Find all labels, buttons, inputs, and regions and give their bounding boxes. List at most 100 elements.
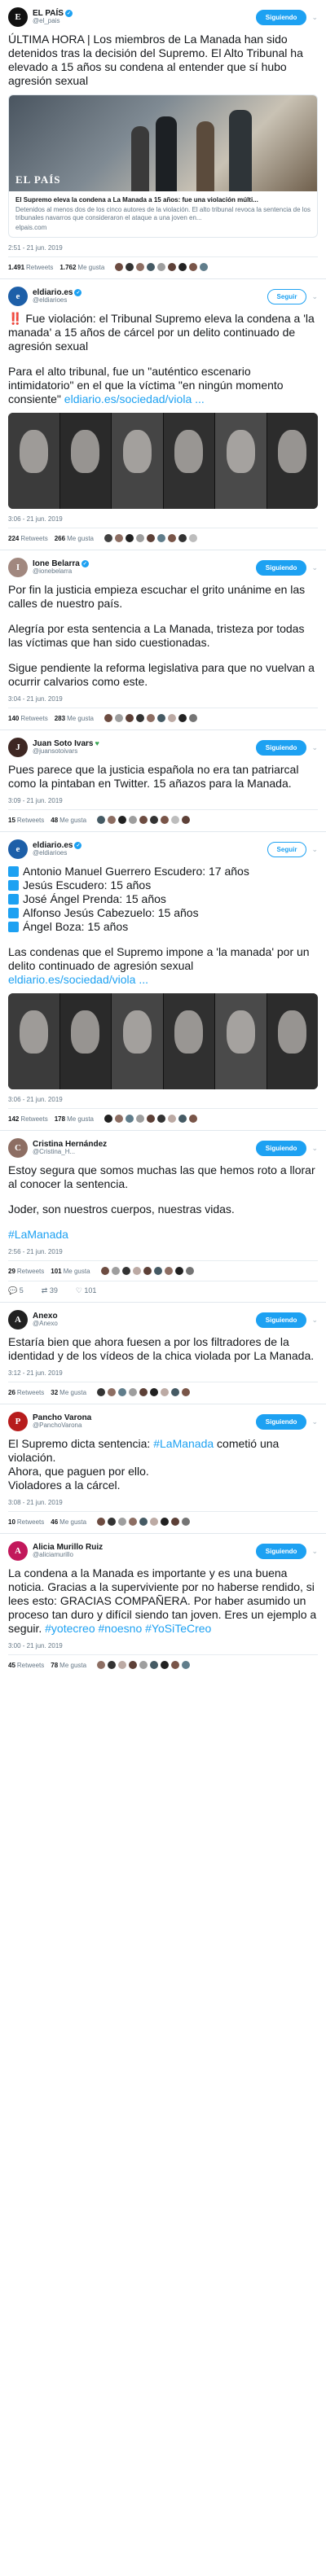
tweet-paragraph: Para el alto tribunal, fue un "auténtico… — [8, 365, 284, 405]
like-count[interactable]: 266 — [55, 535, 65, 542]
tweet-eldiario-1: e eldiario.es ✓ @eldiarioes Seguir ⌄ ‼️ F… — [0, 279, 326, 550]
chevron-down-icon[interactable]: ⌄ — [311, 13, 318, 22]
chevron-down-icon[interactable]: ⌄ — [311, 845, 318, 854]
sentence-line: Jesús Escudero: 15 años — [8, 878, 318, 892]
retweet-count[interactable]: 45 — [8, 1662, 15, 1669]
handle[interactable]: @Anexo — [33, 1320, 256, 1327]
tweet-cristina-hernandez: C Cristina Hernández @Cristina_H... Sigu… — [0, 1131, 326, 1303]
avatar[interactable]: J — [8, 738, 28, 757]
engagement-stats: 1.491 Retweets 1.762 Me gusta — [8, 256, 318, 272]
tweet-header: I Ione Belarra ✓ @ionebelarra Siguiendo ⌄ — [8, 557, 318, 578]
link-card[interactable]: EL PAÍS El Supremo eleva la condena a La… — [8, 94, 318, 238]
chevron-down-icon[interactable]: ⌄ — [311, 1417, 318, 1426]
avatar[interactable]: E — [8, 7, 28, 27]
handle[interactable]: @Cristina_H... — [33, 1148, 256, 1155]
tweet-text: Antonio Manuel Guerrero Escudero: 17 año… — [8, 865, 318, 987]
like-count[interactable]: 1.762 — [59, 264, 76, 271]
timestamp[interactable]: 3:00 - 21 jun. 2019 — [8, 1642, 318, 1649]
timestamp[interactable]: 3:06 - 21 jun. 2019 — [8, 515, 318, 523]
following-button[interactable]: Siguiendo — [255, 559, 307, 576]
avatar[interactable]: A — [8, 1541, 28, 1561]
tweet-paragraph: Sigue pendiente la reforma legislativa p… — [8, 661, 315, 688]
engagement-stats: 45 Retweets 78 Me gusta — [8, 1654, 318, 1670]
author: eldiario.es ✓ @eldiarioes — [33, 841, 267, 857]
chevron-down-icon[interactable]: ⌄ — [311, 1547, 318, 1556]
like-count[interactable]: 283 — [55, 715, 65, 722]
timestamp[interactable]: 3:04 - 21 jun. 2019 — [8, 695, 318, 703]
retweet-count[interactable]: 140 — [8, 715, 19, 722]
avatar[interactable]: e — [8, 287, 28, 306]
display-name[interactable]: Anexo — [33, 1312, 256, 1321]
timestamp[interactable]: 3:12 - 21 jun. 2019 — [8, 1369, 318, 1377]
like-count[interactable]: 78 — [51, 1662, 58, 1669]
reply-button[interactable]: 💬 5 — [8, 1286, 24, 1295]
avatar[interactable]: e — [8, 839, 28, 859]
follow-button[interactable]: Seguir — [267, 288, 307, 304]
retweet-count[interactable]: 10 — [8, 1518, 15, 1526]
timestamp[interactable]: 3:09 - 21 jun. 2019 — [8, 797, 318, 804]
like-count[interactable]: 46 — [51, 1518, 58, 1526]
timestamp[interactable]: 2:56 - 21 jun. 2019 — [8, 1248, 318, 1255]
tweet-link[interactable]: eldiario.es/sociedad/viola ... — [8, 973, 148, 986]
handle[interactable]: @juansotoivars — [33, 747, 256, 755]
tweet-header: J Juan Soto Ivars ♥ @juansotoivars Siguie… — [8, 737, 318, 758]
following-button[interactable]: Siguiendo — [255, 1140, 307, 1156]
hashtag-link[interactable]: #LaManada — [8, 1228, 318, 1242]
avatar[interactable]: I — [8, 558, 28, 577]
avatar[interactable]: P — [8, 1412, 28, 1431]
retweet-count[interactable]: 26 — [8, 1389, 15, 1396]
engagement-stats: 224 Retweets 266 Me gusta — [8, 528, 318, 543]
verified-icon: ✓ — [74, 842, 82, 850]
follow-button[interactable]: Seguir — [267, 841, 307, 857]
display-name[interactable]: eldiario.es ✓ — [33, 841, 267, 851]
retweet-count[interactable]: 142 — [8, 1115, 19, 1123]
handle[interactable]: @el_pais — [33, 17, 256, 24]
handle[interactable]: @ionebelarra — [33, 567, 256, 575]
chevron-down-icon[interactable]: ⌄ — [311, 1144, 318, 1153]
retweet-count[interactable]: 15 — [8, 817, 15, 824]
retweet-button[interactable]: ⇄ 39 — [42, 1286, 58, 1295]
handle[interactable]: @eldiarioes — [33, 296, 267, 304]
retweet-count[interactable]: 1.491 — [8, 264, 24, 271]
following-button[interactable]: Siguiendo — [255, 9, 307, 25]
like-button[interactable]: ♡ 101 — [76, 1286, 97, 1295]
display-name[interactable]: eldiario.es ✓ — [33, 288, 267, 298]
like-count[interactable]: 32 — [51, 1389, 58, 1396]
avatar[interactable]: C — [8, 1138, 28, 1158]
timestamp[interactable]: 3:06 - 21 jun. 2019 — [8, 1096, 318, 1103]
hashtag-links[interactable]: #yotecreo #noesno #YoSiTeCreo — [45, 1622, 211, 1635]
tweet-link[interactable]: eldiario.es/sociedad/viola ... — [64, 392, 205, 405]
square-icon — [8, 894, 19, 905]
photo-grid[interactable] — [8, 993, 318, 1089]
chevron-down-icon[interactable]: ⌄ — [311, 292, 318, 301]
following-button[interactable]: Siguiendo — [255, 739, 307, 756]
timestamp[interactable]: 2:51 - 21 jun. 2019 — [8, 244, 318, 252]
like-count[interactable]: 101 — [51, 1268, 61, 1275]
display-name[interactable]: EL PAÍS ✓ — [33, 9, 256, 19]
hashtag-link[interactable]: #LaManada — [153, 1437, 214, 1450]
handle[interactable]: @aliciamurillo — [33, 1551, 256, 1558]
tweet-paragraph: Joder, son nuestros cuerpos, nuestras vi… — [8, 1203, 235, 1216]
timestamp[interactable]: 3:08 - 21 jun. 2019 — [8, 1499, 318, 1506]
handle[interactable]: @eldiarioes — [33, 849, 267, 856]
photo-grid[interactable] — [8, 413, 318, 509]
likes-label: Me gusta — [77, 263, 105, 271]
avatar[interactable]: A — [8, 1310, 28, 1330]
retweets-label: Retweets — [16, 1518, 45, 1526]
engagement-stats: 26 Retweets 32 Me gusta — [8, 1382, 318, 1397]
following-button[interactable]: Siguiendo — [255, 1543, 307, 1559]
liker-avatars — [96, 1660, 192, 1670]
chevron-down-icon[interactable]: ⌄ — [311, 563, 318, 572]
retweet-count[interactable]: 224 — [8, 535, 19, 542]
retweet-count[interactable]: 29 — [8, 1268, 15, 1275]
sentence-line: Alfonso Jesús Cabezuelo: 15 años — [8, 906, 318, 920]
like-count[interactable]: 48 — [51, 817, 58, 824]
chevron-down-icon[interactable]: ⌄ — [311, 1316, 318, 1325]
handle[interactable]: @PanchoVarona — [33, 1422, 256, 1429]
following-button[interactable]: Siguiendo — [255, 1312, 307, 1328]
following-button[interactable]: Siguiendo — [255, 1413, 307, 1430]
liker-avatars — [96, 1517, 192, 1527]
chevron-down-icon[interactable]: ⌄ — [311, 743, 318, 752]
like-count[interactable]: 178 — [55, 1115, 65, 1123]
reply-icon: 💬 — [8, 1286, 18, 1295]
